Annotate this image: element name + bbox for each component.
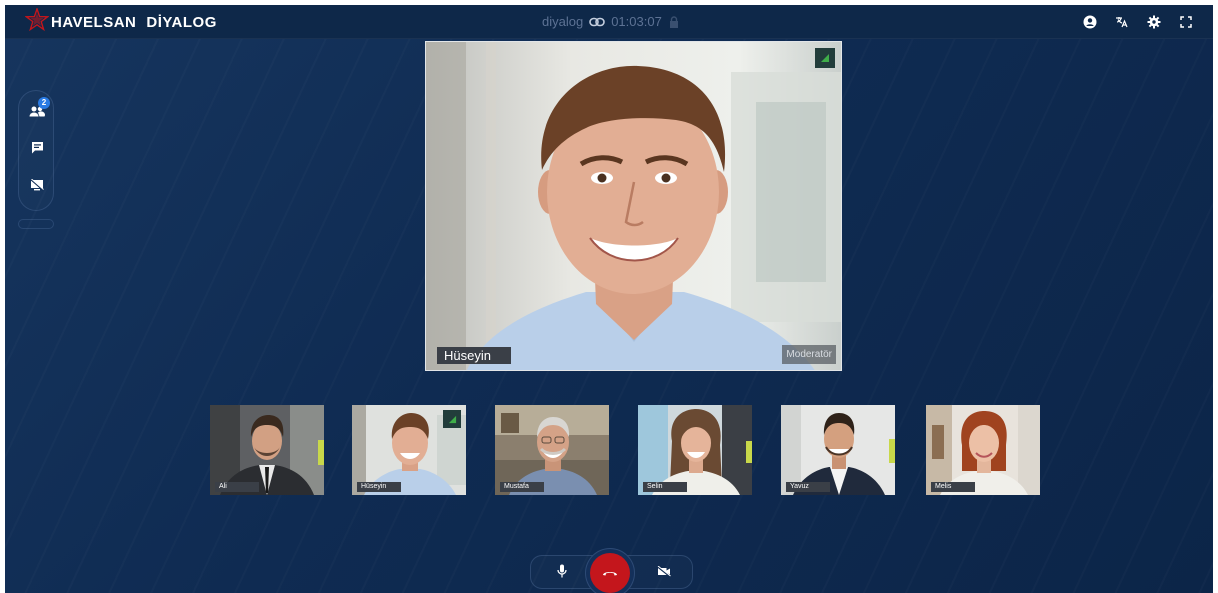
participant-tile-huseyin[interactable]: Hüseyin bbox=[352, 405, 466, 495]
gear-icon[interactable] bbox=[1145, 13, 1163, 31]
product-name: DİYALOG bbox=[146, 13, 217, 31]
main-speaker-video[interactable]: Hüseyin Moderatör bbox=[425, 41, 842, 371]
speaker-name-label: Hüseyin bbox=[437, 347, 511, 364]
participant-tile-yavuz[interactable]: Yavuz bbox=[781, 405, 895, 495]
fullscreen-icon[interactable] bbox=[1177, 13, 1195, 31]
chat-icon bbox=[31, 141, 44, 159]
microphone-icon bbox=[557, 564, 567, 583]
top-actions bbox=[1081, 13, 1195, 31]
participant-tile-melis[interactable]: Melis bbox=[926, 405, 1040, 495]
camera-button[interactable] bbox=[654, 563, 674, 583]
speaker-role-label: Moderatör bbox=[782, 345, 836, 364]
call-timer: 01:03:07 bbox=[611, 14, 662, 29]
signal-strength-icon bbox=[443, 410, 461, 428]
room-info: diyalog 01:03:07 bbox=[542, 14, 679, 29]
hang-up-icon bbox=[602, 564, 618, 582]
link-icon[interactable] bbox=[583, 17, 611, 27]
conference-app: HAVELSAN DİYALOG diyalog 01:03:07 2 Hüse… bbox=[5, 5, 1213, 593]
top-bar: HAVELSAN DİYALOG diyalog 01:03:07 bbox=[5, 5, 1213, 39]
lock-icon bbox=[662, 15, 679, 28]
signal-strength-icon bbox=[815, 48, 835, 68]
user-icon[interactable] bbox=[1081, 13, 1099, 31]
camera-off-icon bbox=[656, 564, 671, 582]
speaker-video-frame bbox=[426, 42, 841, 370]
hang-up-button[interactable] bbox=[590, 553, 630, 593]
participants-button[interactable]: 2 bbox=[27, 97, 50, 123]
side-toolbar: 2 bbox=[18, 90, 54, 211]
participants-count-badge: 2 bbox=[38, 97, 50, 109]
havelsan-star-icon bbox=[24, 6, 50, 37]
participant-name-label: Selin bbox=[643, 482, 687, 492]
participant-name-label: Hüseyin bbox=[357, 482, 401, 492]
brand-name: HAVELSAN bbox=[51, 13, 137, 31]
participant-tile-selin[interactable]: Selin bbox=[638, 405, 752, 495]
participant-tile-ali[interactable]: Ali bbox=[210, 405, 324, 495]
translate-icon[interactable] bbox=[1113, 13, 1131, 31]
brand-logo: HAVELSAN DİYALOG bbox=[24, 6, 217, 37]
participant-name-label: Mustafa bbox=[500, 482, 544, 492]
room-name: diyalog bbox=[542, 14, 584, 29]
participant-name-label: Melis bbox=[931, 482, 975, 492]
participant-name-label: Ali bbox=[215, 482, 259, 492]
microphone-button[interactable] bbox=[552, 563, 572, 583]
screen-share-off-icon bbox=[30, 178, 44, 196]
screen-share-button[interactable] bbox=[27, 177, 47, 197]
participant-tile-mustafa[interactable]: Mustafa bbox=[495, 405, 609, 495]
side-toolbar-handle[interactable] bbox=[18, 219, 54, 229]
participant-name-label: Yavuz bbox=[786, 482, 830, 492]
chat-button[interactable] bbox=[27, 140, 47, 160]
